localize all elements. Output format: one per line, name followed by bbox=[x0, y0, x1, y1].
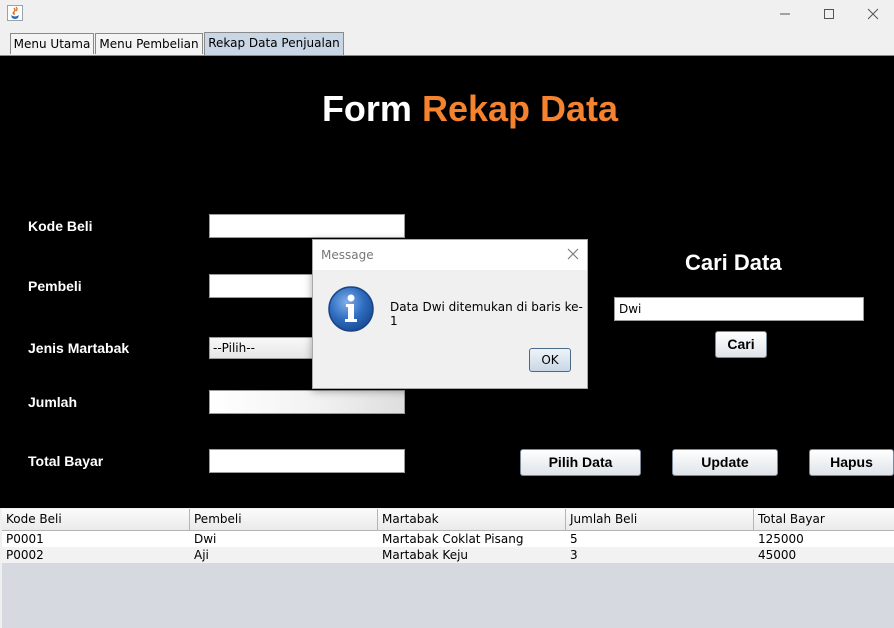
java-cup-icon bbox=[7, 5, 23, 21]
cell-martabak: Martabak Coklat Pisang bbox=[382, 532, 524, 546]
table-row[interactable]: P0002 Aji Martabak Keju 3 45000 bbox=[2, 547, 894, 563]
cell-pembeli: Aji bbox=[194, 548, 209, 562]
close-button[interactable] bbox=[850, 0, 894, 28]
tab-rekap-data-penjualan[interactable]: Rekap Data Penjualan bbox=[204, 32, 344, 55]
maximize-button[interactable] bbox=[806, 0, 852, 28]
window-titlebar bbox=[0, 0, 894, 30]
data-table[interactable]: Kode Beli Pembeli Martabak Jumlah Beli T… bbox=[2, 509, 894, 628]
dialog-title: Message bbox=[321, 248, 374, 262]
info-icon bbox=[328, 286, 374, 332]
cell-total-bayar: 125000 bbox=[758, 532, 804, 546]
jumlah-field[interactable] bbox=[209, 390, 405, 414]
close-icon bbox=[867, 8, 879, 20]
label-kode-beli: Kode Beli bbox=[28, 218, 93, 234]
minimize-button[interactable] bbox=[762, 0, 808, 28]
pilih-data-button[interactable]: Pilih Data bbox=[520, 449, 641, 476]
label-total-bayar: Total Bayar bbox=[28, 453, 104, 469]
col-martabak[interactable]: Martabak bbox=[378, 509, 566, 530]
col-kode-beli[interactable]: Kode Beli bbox=[2, 509, 190, 530]
cell-pembeli: Dwi bbox=[194, 532, 217, 546]
col-pembeli[interactable]: Pembeli bbox=[190, 509, 378, 530]
title-part-2: Rekap Data bbox=[421, 88, 619, 129]
cell-kode-beli: P0001 bbox=[6, 532, 44, 546]
tab-bar: Menu Utama Menu Pembelian Rekap Data Pen… bbox=[0, 30, 894, 56]
tab-menu-utama[interactable]: Menu Utama bbox=[10, 33, 94, 54]
page-title: Form Rekap Data bbox=[0, 88, 894, 130]
col-total-bayar[interactable]: Total Bayar bbox=[754, 509, 894, 530]
col-jumlah-beli[interactable]: Jumlah Beli bbox=[566, 509, 754, 530]
dialog-titlebar: Message bbox=[313, 240, 587, 270]
total-bayar-field[interactable] bbox=[209, 449, 405, 473]
jenis-martabak-select[interactable]: --Pilih-- bbox=[209, 337, 317, 359]
cell-jumlah-beli: 3 bbox=[570, 548, 578, 562]
cell-martabak: Martabak Keju bbox=[382, 548, 469, 562]
search-title: Cari Data bbox=[685, 250, 782, 275]
title-part-1: Form bbox=[321, 88, 412, 129]
cell-jumlah-beli: 5 bbox=[570, 532, 578, 546]
dialog-close-icon[interactable] bbox=[565, 246, 581, 262]
cari-button[interactable]: Cari bbox=[715, 331, 767, 358]
minimize-icon bbox=[780, 13, 790, 15]
maximize-icon bbox=[824, 9, 834, 19]
search-input[interactable]: Dwi bbox=[614, 297, 864, 321]
table-row[interactable]: P0001 Dwi Martabak Coklat Pisang 5 12500… bbox=[2, 531, 894, 547]
update-button[interactable]: Update bbox=[672, 449, 778, 476]
label-jumlah: Jumlah bbox=[28, 394, 78, 410]
cell-total-bayar: 45000 bbox=[758, 548, 797, 562]
cell-kode-beli: P0002 bbox=[6, 548, 44, 562]
ok-button[interactable]: OK bbox=[529, 348, 571, 372]
table-header: Kode Beli Pembeli Martabak Jumlah Beli T… bbox=[2, 509, 894, 531]
label-pembeli: Pembeli bbox=[28, 278, 82, 294]
kode-beli-field[interactable] bbox=[209, 214, 405, 238]
hapus-button[interactable]: Hapus bbox=[809, 449, 894, 476]
dialog-message: Data Dwi ditemukan di baris ke-1 bbox=[390, 300, 583, 328]
tab-menu-pembelian[interactable]: Menu Pembelian bbox=[95, 33, 203, 54]
label-jenis-martabak: Jenis Martabak bbox=[28, 340, 130, 356]
message-dialog: Message Data Dwi ditemukan di baris ke-1… bbox=[312, 239, 588, 389]
